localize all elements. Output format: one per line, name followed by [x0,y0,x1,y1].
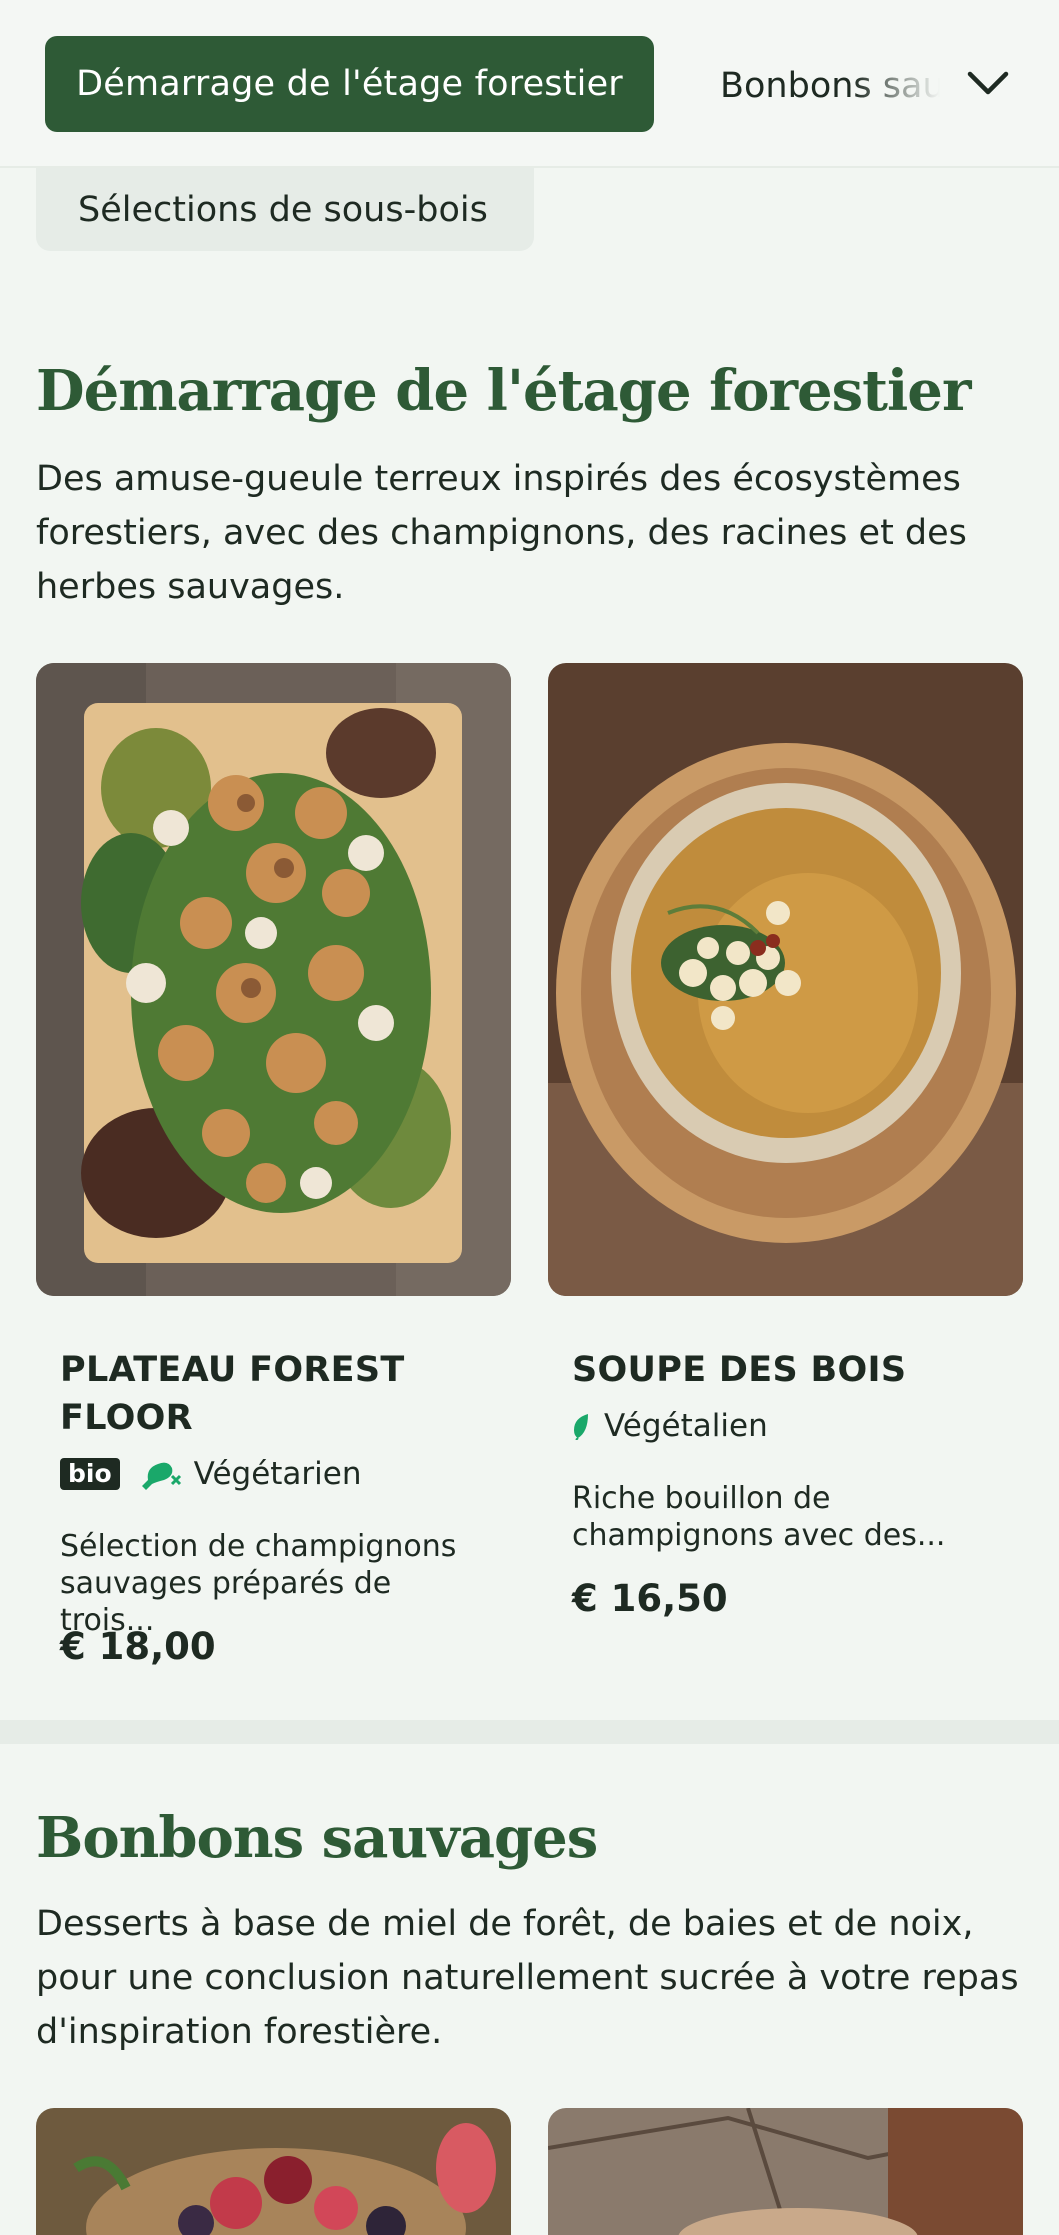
item-tags: Végétalien [572,1408,768,1444]
diet-label: Végétalien [604,1408,768,1444]
tab-bonbons[interactable]: Bonbons sauvages [720,58,940,114]
tab-demarrage[interactable]: Démarrage de l'étage forestier [45,36,654,132]
section-title: Démarrage de l'étage forestier [36,358,971,424]
item-price: € 18,00 [60,1625,216,1668]
item-tags: bio Végétarien [60,1456,362,1492]
category-nav: Démarrage de l'étage forestier Bonbons s… [0,0,1059,168]
section-title: Bonbons sauvages [36,1805,598,1871]
section-divider [0,1720,1059,1744]
item-description: Sélection de champignons sauvages prépar… [60,1529,457,1638]
dessert-image[interactable] [548,2108,1023,2235]
item-description: Riche bouillon de champignons avec des..… [572,1481,946,1553]
soupe-image[interactable] [548,663,1023,1296]
item-name[interactable]: SOUPE DES BOIS [572,1346,1002,1394]
leaf-icon [572,1412,590,1440]
section-description: Des amuse-gueule terreux inspirés des éc… [36,459,967,607]
diet-label: Végétarien [193,1456,362,1492]
plateau-image[interactable] [36,663,511,1296]
no-meat-icon [138,1456,184,1492]
item-name[interactable]: PLATEAU FOREST FLOOR [60,1346,480,1442]
chevron-down-icon[interactable] [962,62,1014,106]
tab-sous-bois[interactable]: Sélections de sous-bois [36,168,534,251]
item-price: € 16,50 [572,1577,728,1620]
section-description: Desserts à base de miel de forêt, de bai… [36,1904,1019,2052]
bio-badge: bio [60,1458,120,1490]
dessert-image[interactable] [36,2108,511,2235]
